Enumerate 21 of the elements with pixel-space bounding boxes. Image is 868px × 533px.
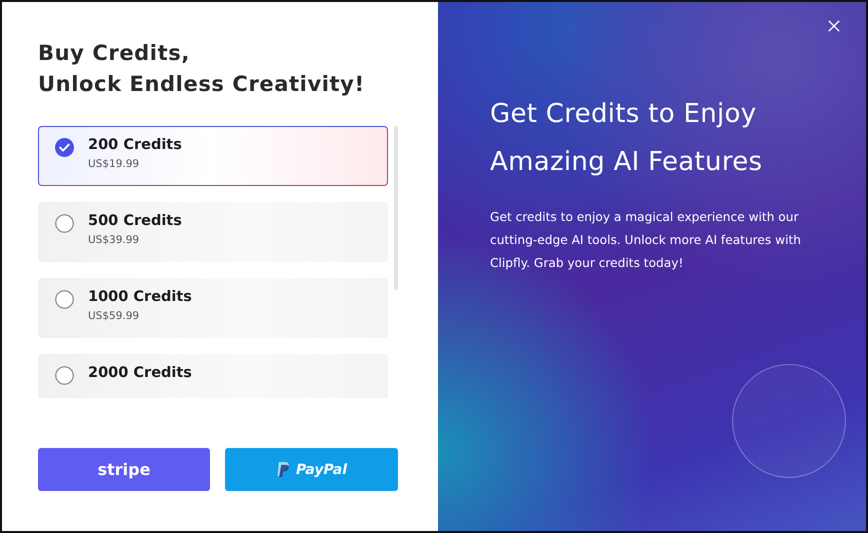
- plan-price: US$59.99: [88, 310, 140, 322]
- plan-name: 200 Credits: [88, 137, 182, 153]
- plan-name: 2000 Credits: [88, 365, 192, 381]
- promo-heading: Get Credits to Enjoy Amazing AI Features: [490, 98, 764, 179]
- dialog-title: Buy Credits, Unlock Endless Creativity!: [38, 40, 366, 98]
- radio-icon: [55, 290, 74, 309]
- checked-radio-icon: [55, 138, 74, 157]
- paypal-logo-icon: [276, 461, 291, 478]
- plan-option[interactable]: 1000 Credits US$59.99: [38, 278, 388, 338]
- radio-icon: [55, 366, 74, 385]
- plan-price: US$19.99: [88, 158, 140, 170]
- plan-option[interactable]: 2000 Credits: [38, 354, 388, 398]
- radio-icon: [55, 214, 74, 233]
- plan-option[interactable]: 200 Credits US$19.99: [38, 126, 388, 186]
- plan-name: 1000 Credits: [88, 289, 192, 305]
- stripe-button[interactable]: stripe: [38, 448, 210, 491]
- close-icon[interactable]: [828, 20, 840, 32]
- plan-name: 500 Credits: [88, 213, 182, 229]
- plan-price: US$39.99: [88, 234, 140, 246]
- promo-text: Get credits to enjoy a magical experience with our cutting-edge AI tools. Unlock more AI features with Clipfly. Grab your credits today!: [490, 209, 802, 272]
- plan-option[interactable]: 500 Credits US$39.99: [38, 202, 388, 262]
